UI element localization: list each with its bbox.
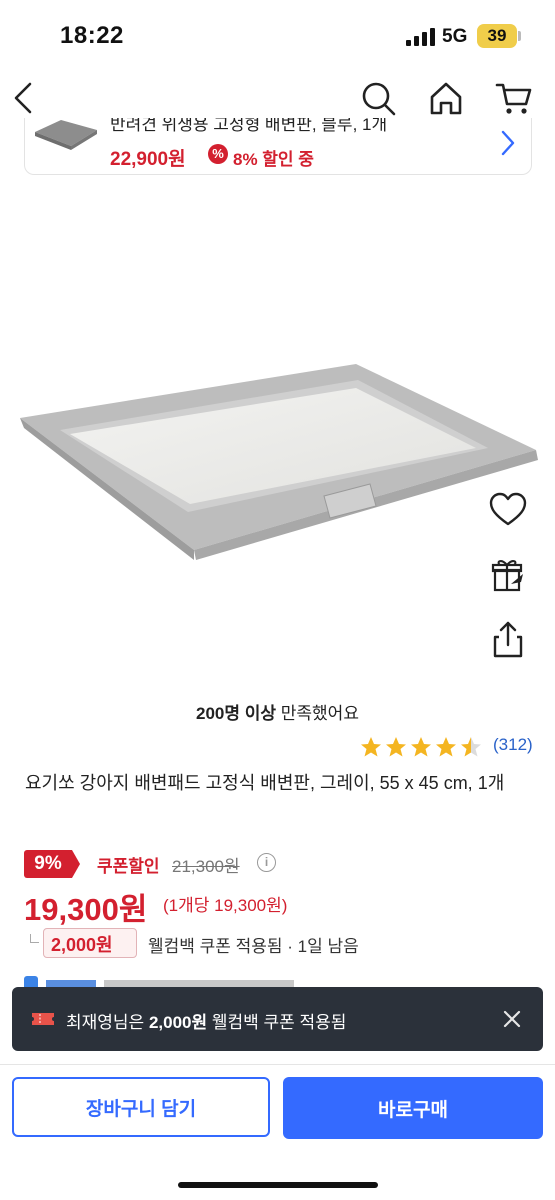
- status-bar: 18:22 5G 39: [0, 0, 555, 70]
- star-icon: [386, 737, 406, 757]
- info-icon[interactable]: i: [257, 853, 276, 872]
- coupon-discount-label: 쿠폰할인: [97, 857, 160, 876]
- close-icon[interactable]: [500, 1007, 524, 1031]
- battery-tip: [518, 31, 521, 41]
- star-icon: [361, 737, 381, 757]
- satisfaction-label: 만족했어요: [276, 704, 359, 723]
- toast-amount: 2,000원: [148, 1013, 208, 1032]
- recommended-title: 반려견 위생용 고정형 배변판, 블루, 1개: [110, 118, 388, 134]
- satisfaction-count: 200명 이상: [196, 704, 277, 723]
- search-icon[interactable]: [358, 78, 398, 118]
- home-icon[interactable]: [426, 78, 466, 118]
- recommended-price: 22,900원: [110, 149, 186, 170]
- star-icon: [436, 737, 456, 757]
- star-icon: [411, 737, 431, 757]
- welcome-coupon-amount: 2,000원: [51, 935, 113, 955]
- indent-marker: [30, 934, 39, 943]
- home-indicator[interactable]: [178, 1182, 378, 1188]
- rating-stars[interactable]: [360, 736, 485, 758]
- add-to-cart-button[interactable]: 장바구니 담기: [12, 1077, 270, 1137]
- toast-message: 최재영님은 2,000원 웰컴백 쿠폰 적용됨: [66, 1008, 346, 1033]
- toast-suffix: 웰컴백 쿠폰 적용됨: [207, 1013, 347, 1032]
- chevron-right-icon[interactable]: [495, 126, 519, 160]
- buy-now-button[interactable]: 바로구매: [283, 1077, 543, 1139]
- original-price: 21,300원: [172, 857, 240, 876]
- recommended-product-card[interactable]: 반려견 위생용 고정형 배변판, 블루, 1개 22,900원 % 8% 할인 …: [24, 118, 532, 175]
- coupon-icon: [32, 1013, 54, 1025]
- review-count[interactable]: (312): [493, 735, 533, 755]
- unit-price: (1개당 19,300원): [163, 896, 288, 915]
- discount-badge: 9%: [24, 850, 80, 878]
- recommended-discount: 8% 할인 중: [233, 150, 314, 169]
- half-star-icon: [461, 737, 481, 757]
- back-icon[interactable]: [4, 78, 44, 118]
- toast-prefix: 최재영님은: [66, 1013, 149, 1032]
- network-label: 5G: [442, 26, 468, 47]
- signal-icon: [406, 28, 436, 46]
- coupon-toast: 최재영님은 2,000원 웰컴백 쿠폰 적용됨: [12, 987, 543, 1051]
- battery-icon: 39: [477, 24, 517, 48]
- satisfaction-text: 200명 이상 만족했어요: [0, 699, 555, 724]
- hidden-content-peek: [24, 976, 294, 988]
- status-time: 18:22: [60, 22, 124, 49]
- heart-icon[interactable]: [487, 489, 529, 531]
- recommended-thumbnail: [35, 120, 97, 150]
- product-title: 요기쏘 강아지 배변패드 고정식 배변판, 그레이, 55 x 45 cm, 1…: [25, 773, 505, 793]
- product-image[interactable]: [18, 360, 543, 570]
- gift-share-icon[interactable]: [487, 554, 529, 596]
- discount-icon: %: [208, 144, 228, 164]
- bottom-divider: [0, 1064, 555, 1065]
- share-icon[interactable]: [487, 619, 529, 661]
- sale-price: 19,300원: [24, 892, 148, 927]
- cart-icon[interactable]: [494, 78, 534, 118]
- welcome-coupon-text: 웰컴백 쿠폰 적용됨 · 1일 남음: [148, 937, 359, 956]
